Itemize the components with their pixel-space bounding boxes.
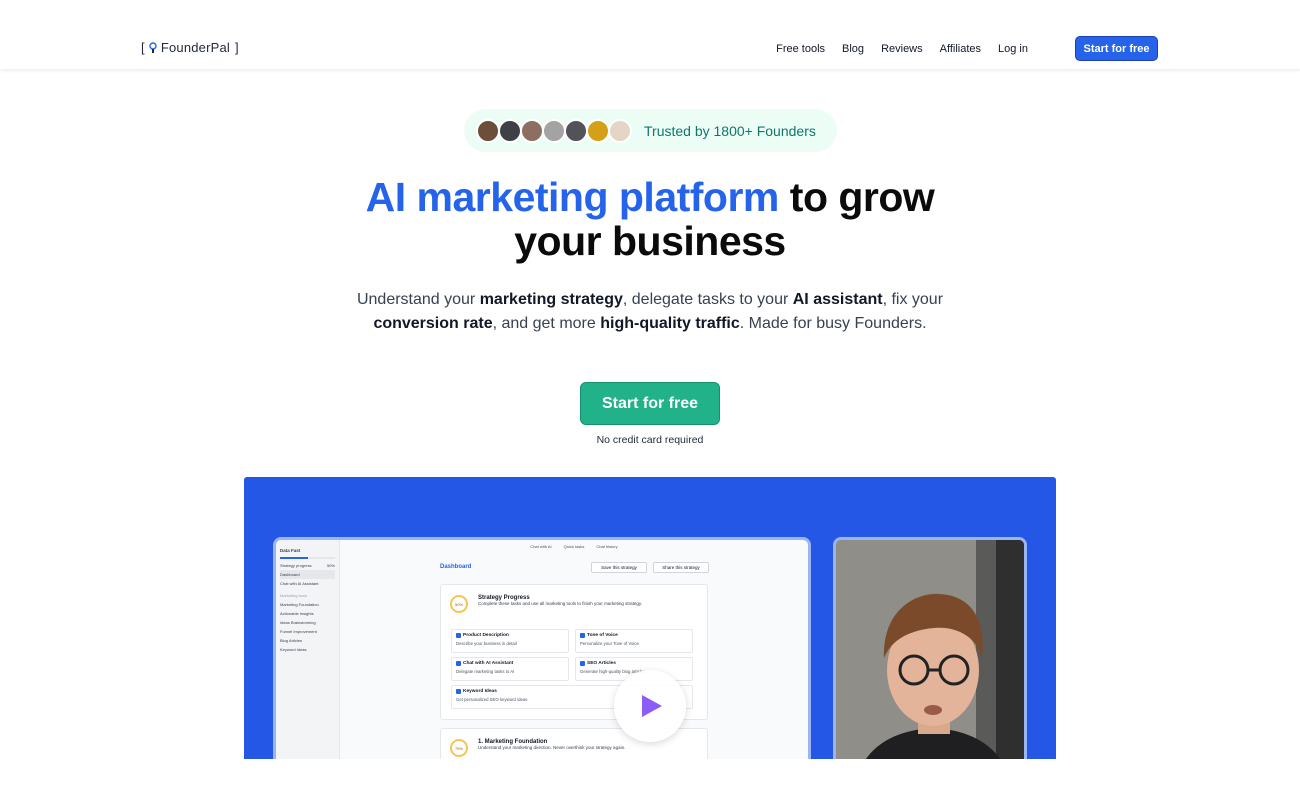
side-item-tool: Blog Articles	[280, 638, 303, 643]
progress-ring: 75%	[450, 739, 468, 757]
foundation-desc: Understand your marketing direction. Nev…	[478, 745, 626, 750]
strategy-header: Strategy Progress Complete these tasks a…	[478, 595, 642, 606]
side-item-tool: Keyword Ideas	[280, 647, 307, 652]
side-item-chat: Chat with AI Assistant	[280, 581, 319, 586]
product-video[interactable]: Data Fast Strategy progress 50% Dashboar…	[244, 477, 1056, 759]
founder-avatars	[476, 118, 632, 143]
subtitle-emphasis: high-quality traffic	[600, 315, 740, 332]
logo-bracket-open: [	[141, 40, 145, 55]
task-card: Product Description Describe your busine…	[451, 629, 569, 653]
project-selector: Data Fast	[280, 548, 301, 553]
nav-link-login[interactable]: Log in	[998, 43, 1028, 55]
logo-bracket-close: ]	[235, 40, 239, 55]
task-card: Chat with AI Assistant Delegate marketin…	[451, 657, 569, 681]
founder-portrait	[836, 540, 1024, 759]
save-strategy-button: Save this strategy	[591, 562, 647, 573]
avatar	[520, 118, 544, 143]
top-link: Chat with AI	[530, 543, 552, 549]
hero-title-highlight: AI marketing platform	[365, 174, 780, 220]
subtitle-emphasis: marketing strategy	[479, 291, 623, 308]
trust-text: Trusted by 1800+ Founders	[644, 122, 816, 139]
tools-label: Marketing tools	[280, 593, 308, 598]
task-card: Tone of Voice Personalize your Tone of V…	[575, 629, 693, 653]
lightbulb-icon	[149, 41, 157, 54]
subtitle-text: , fix your	[882, 291, 944, 308]
app-screenshot: Data Fast Strategy progress 50% Dashboar…	[273, 537, 811, 759]
nav-link-reviews[interactable]: Reviews	[881, 43, 923, 55]
side-item-tool: Actionable Insights	[280, 611, 314, 616]
side-item-tool: Marketing Foundation	[280, 602, 319, 607]
dashboard-title: Dashboard	[440, 564, 472, 570]
nav-links: Free tools Blog Reviews Affiliates Log i…	[776, 43, 1028, 55]
foundation-header: 1. Marketing Foundation Understand your …	[478, 739, 625, 750]
avatar	[564, 118, 588, 143]
top-nav: [ FounderPal ] Free tools Blog Reviews A…	[0, 0, 1300, 69]
play-button[interactable]	[614, 670, 686, 742]
app-topbar: Chat with AI Quick tasks Chat history	[340, 540, 808, 552]
side-item-tool: Ideas Brainstorming	[280, 620, 316, 625]
hero-start-free-button[interactable]: Start for free	[580, 382, 720, 425]
subtitle-emphasis: AI assistant	[792, 291, 883, 308]
logo-text: FounderPal	[160, 40, 231, 55]
avatar	[542, 118, 566, 143]
strategy-progress-bar	[280, 557, 335, 559]
checkbox-icon	[580, 661, 585, 666]
hero-subtitle: Understand your marketing strategy, dele…	[320, 288, 980, 336]
subtitle-emphasis: conversion rate	[373, 315, 493, 332]
subtitle-text: , delegate tasks to your	[622, 291, 793, 308]
trust-badge: Trusted by 1800+ Founders	[464, 109, 837, 152]
subtitle-text: , and get more	[492, 315, 601, 332]
checkbox-icon	[456, 689, 461, 694]
avatar	[608, 118, 632, 143]
avatar	[586, 118, 610, 143]
app-sidebar: Data Fast Strategy progress 50% Dashboar…	[276, 540, 340, 759]
subtitle-text: . Made for busy Founders.	[739, 315, 927, 332]
checkbox-icon	[456, 633, 461, 638]
hero-title-part2: your business	[514, 218, 786, 264]
play-icon	[642, 695, 662, 717]
checkbox-icon	[580, 633, 585, 638]
nav-link-free-tools[interactable]: Free tools	[776, 43, 825, 55]
progress-ring: 50%	[450, 595, 468, 613]
nav-link-affiliates[interactable]: Affiliates	[940, 43, 981, 55]
nav-link-blog[interactable]: Blog	[842, 43, 864, 55]
avatar	[498, 118, 522, 143]
side-item-dashboard: Dashboard	[280, 570, 335, 579]
share-strategy-button: Share this strategy	[653, 562, 709, 573]
top-link: Chat history	[596, 543, 618, 549]
no-credit-card-note: No credit card required	[596, 434, 704, 446]
strategy-desc: Complete these tasks and use all marketi…	[478, 601, 642, 606]
founder-webcam	[833, 537, 1027, 759]
nav-start-free-button[interactable]: Start for free	[1075, 36, 1158, 61]
subtitle-text: Understand your	[356, 291, 480, 308]
strategy-progress-label: Strategy progress 50%	[280, 563, 335, 568]
hero-title: AI marketing platform to grow your busin…	[0, 175, 1300, 263]
logo[interactable]: [ FounderPal ]	[141, 40, 239, 55]
top-link: Quick tasks	[563, 543, 585, 549]
side-item-tool: Funnel Improvement	[280, 629, 317, 634]
hero-title-part1: to grow	[789, 174, 935, 220]
checkbox-icon	[456, 661, 461, 666]
avatar	[476, 118, 500, 143]
